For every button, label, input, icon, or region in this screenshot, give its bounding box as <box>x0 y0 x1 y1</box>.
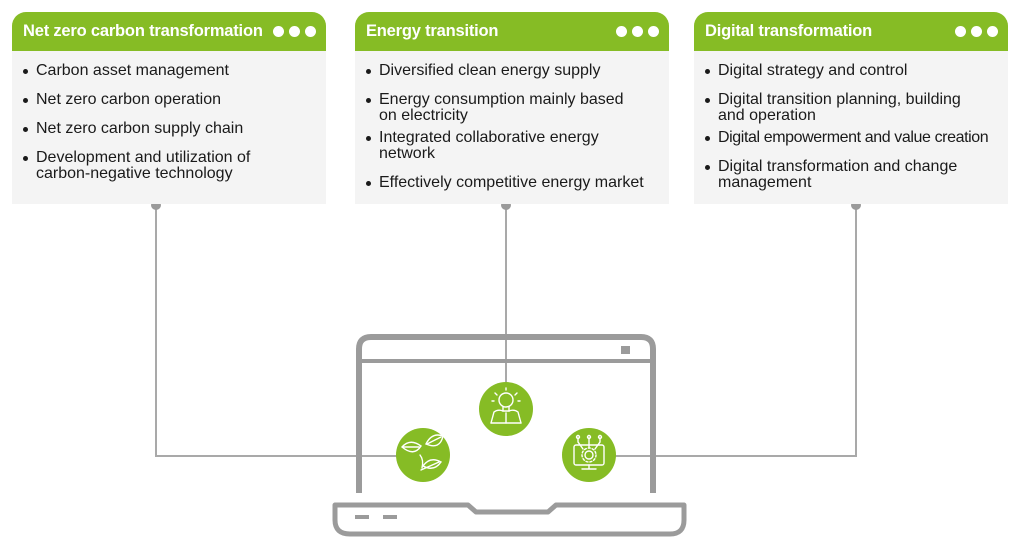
dot <box>305 26 316 37</box>
laptop-camera-square <box>621 346 630 354</box>
list-item: Effectively competitive energy market <box>365 175 659 191</box>
dot <box>289 26 300 37</box>
list-item: Development and utilization of carbon-ne… <box>22 150 286 182</box>
digital-monitor-gear-icon <box>562 428 616 482</box>
connector-line-left <box>155 206 420 457</box>
dot <box>971 26 982 37</box>
laptop-indicator-1 <box>355 515 369 519</box>
dot <box>987 26 998 37</box>
more-options-icon[interactable] <box>955 26 998 37</box>
list-item: Net zero carbon supply chain <box>22 121 316 137</box>
connector-line-right <box>588 206 857 457</box>
list-item: Net zero carbon operation <box>22 92 316 108</box>
card-title: Net zero carbon transformation <box>23 22 263 40</box>
card-item-list: Digital strategy and control Digital tra… <box>694 51 1008 191</box>
dot <box>632 26 643 37</box>
list-item: Carbon asset management <box>22 63 316 79</box>
dot <box>648 26 659 37</box>
more-options-icon[interactable] <box>616 26 659 37</box>
leaves-icon <box>396 428 450 482</box>
dot <box>616 26 627 37</box>
dot <box>955 26 966 37</box>
card-header: Net zero carbon transformation <box>12 12 326 51</box>
list-item: Digital transition planning, building an… <box>704 92 988 124</box>
card-digital-transformation: Digital transformation Digital strategy … <box>694 12 1008 204</box>
list-item: Digital strategy and control <box>704 63 998 79</box>
card-net-zero-carbon: Net zero carbon transformation Carbon as… <box>12 12 326 204</box>
more-options-icon[interactable] <box>273 26 316 37</box>
card-item-list: Carbon asset management Net zero carbon … <box>12 51 326 182</box>
list-item: Integrated collaborative energy network <box>365 130 659 162</box>
card-energy-transition: Energy transition Diversified clean ener… <box>355 12 669 204</box>
card-item-list: Diversified clean energy supply Energy c… <box>355 51 669 191</box>
card-title: Energy transition <box>366 22 499 40</box>
list-item: Digital transformation and change manage… <box>704 159 988 191</box>
card-title: Digital transformation <box>705 22 873 40</box>
card-header: Energy transition <box>355 12 669 51</box>
list-item: Digital empowerment and value creation <box>704 130 998 146</box>
list-item: Diversified clean energy supply <box>365 63 659 79</box>
list-item: Energy consumption mainly based on elect… <box>365 92 644 124</box>
card-header: Digital transformation <box>694 12 1008 51</box>
lightbulb-person-icon <box>479 382 533 436</box>
dot <box>273 26 284 37</box>
laptop-indicator-2 <box>383 515 397 519</box>
